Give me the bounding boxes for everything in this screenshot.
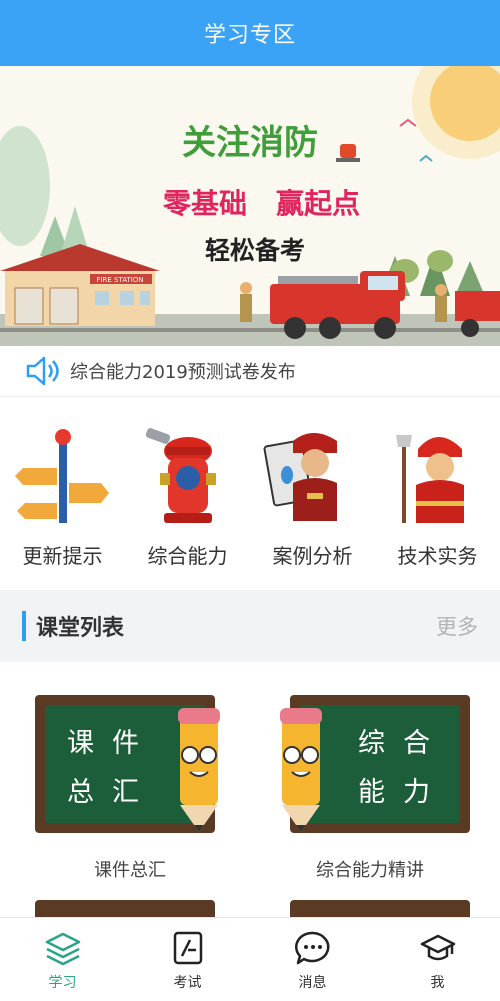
- board-text-line1: 课件: [67, 728, 157, 759]
- promo-banner[interactable]: 关注消防 零基础 赢起点 轻松备考 FIRE STATION: [0, 66, 500, 346]
- signpost-icon: [14, 429, 109, 523]
- course-card-comprehensive[interactable]: 综合 能力 综合能力精讲: [270, 690, 470, 890]
- category-update-tips[interactable]: 更新提示: [0, 405, 125, 585]
- page-header: 学习专区: [0, 0, 500, 66]
- course-card-partial[interactable]: [35, 900, 215, 917]
- category-technical-practice[interactable]: 技术实务: [375, 405, 500, 585]
- tab-messages[interactable]: 消息: [250, 918, 375, 1001]
- course-card-partial[interactable]: [290, 900, 470, 917]
- message-bubble-icon: [294, 931, 329, 965]
- banner-headline: 关注消防: [182, 123, 318, 163]
- tab-me[interactable]: 我: [375, 918, 500, 1001]
- speaker-icon: [26, 356, 59, 386]
- board-text-line2: 总汇: [67, 777, 157, 808]
- firefighter-book-icon: [263, 433, 337, 521]
- tab-label: 消息: [298, 975, 327, 991]
- category-label: 更新提示: [22, 544, 103, 568]
- layers-icon: [45, 932, 80, 966]
- course-card-courseware[interactable]: 课件 总汇 课件总汇: [30, 690, 230, 890]
- banner-subline: 轻松备考: [205, 236, 305, 265]
- fire-hydrant-icon: [145, 428, 216, 523]
- tab-label: 我: [430, 975, 445, 991]
- page-title: 学习专区: [203, 23, 296, 48]
- more-link[interactable]: 更多: [436, 611, 478, 641]
- pencil-mascot-icon: [178, 708, 220, 832]
- class-list-header: 课堂列表 更多: [0, 590, 500, 662]
- course-title: 综合能力精讲: [316, 860, 424, 881]
- section-title: 课堂列表: [36, 616, 125, 641]
- tab-label: 考试: [173, 975, 202, 991]
- banner-slogan-2: 赢起点: [276, 187, 360, 220]
- course-title: 课件总汇: [94, 860, 166, 881]
- board-text-line1: 综合: [358, 728, 448, 759]
- fire-station-sign: FIRE STATION: [96, 276, 143, 284]
- announcement-text: 综合能力2019预测试卷发布: [70, 362, 296, 383]
- board-text-line2: 能力: [358, 777, 448, 808]
- bottom-tab-bar: 学习 考试 消息 我: [0, 917, 500, 1001]
- category-label: 案例分析: [272, 544, 353, 568]
- category-grid: 更新提示 综合能力 案例分析 技术实务: [0, 405, 500, 585]
- category-case-analysis[interactable]: 案例分析: [250, 405, 375, 585]
- category-label: 技术实务: [397, 544, 478, 568]
- graduation-cap-icon: [420, 934, 455, 961]
- firefighter-axe-icon: [395, 435, 464, 523]
- exam-sheet-icon: [173, 931, 202, 965]
- banner-slogan-1: 零基础: [163, 187, 247, 220]
- section-accent-bar: [22, 611, 26, 641]
- tab-exam[interactable]: 考试: [125, 918, 250, 1001]
- category-comprehensive-ability[interactable]: 综合能力: [125, 405, 250, 585]
- tab-study[interactable]: 学习: [0, 918, 125, 1001]
- pencil-mascot-icon: [280, 708, 322, 832]
- tab-label: 学习: [48, 975, 77, 991]
- announcement-bar[interactable]: 综合能力2019预测试卷发布: [0, 346, 500, 397]
- category-label: 综合能力: [147, 544, 228, 568]
